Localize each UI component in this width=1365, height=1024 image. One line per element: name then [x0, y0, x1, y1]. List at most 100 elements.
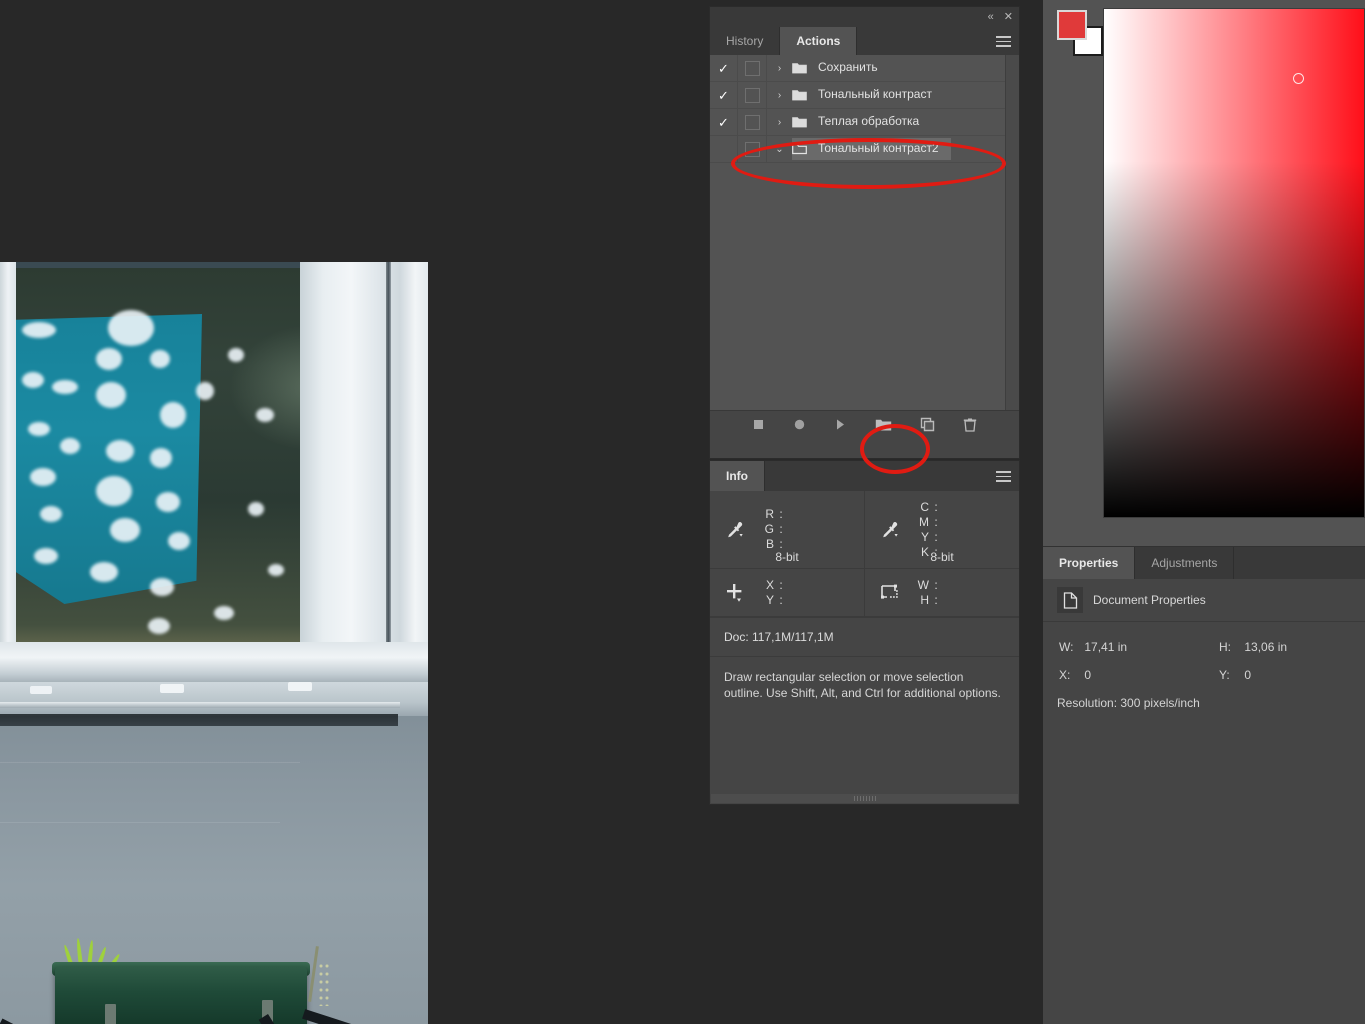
property-height[interactable]: H: 13,06 in: [1203, 640, 1363, 654]
action-enabled-checkbox[interactable]: ✓: [710, 109, 738, 135]
action-dialog-toggle[interactable]: [738, 55, 767, 81]
tab-properties[interactable]: Properties: [1043, 547, 1136, 579]
actions-list-scrollbar[interactable]: [1005, 55, 1019, 410]
expand-arrow-icon[interactable]: ›: [767, 63, 792, 74]
action-enabled-checkbox[interactable]: ✓: [710, 82, 738, 108]
photo-vent-cap: [160, 684, 184, 693]
collapse-icon[interactable]: «: [988, 11, 994, 23]
action-row[interactable]: ✓ › Тональный контраст: [710, 82, 1019, 109]
tab-history[interactable]: History: [710, 27, 781, 55]
expand-arrow-icon[interactable]: ›: [767, 90, 792, 101]
stop-button[interactable]: [752, 418, 765, 436]
dim-sep-w: :: [934, 577, 938, 592]
y-label: Y:: [1219, 668, 1230, 682]
expand-arrow-icon[interactable]: ›: [767, 117, 792, 128]
dialog-toggle-box: [744, 87, 760, 103]
info-color-readouts: R: G: B: 8-bit C: M: Y: K: 8-bit: [710, 491, 1019, 569]
width-label: W:: [1059, 640, 1074, 654]
color-swatches[interactable]: [1057, 10, 1105, 58]
photo-rail-shadow: [0, 714, 398, 726]
action-row[interactable]: ⌄ Тональный контраст2: [710, 136, 1019, 163]
info-panel[interactable]: Info R: G: B: 8-bit C: M: Y: K: 8-bi…: [709, 460, 1020, 805]
rgb-values: R: G: B:: [758, 507, 788, 552]
action-dialog-toggle[interactable]: [738, 136, 767, 162]
photo-speck: [96, 476, 132, 506]
cmyk-key-y: Y: [920, 529, 929, 544]
color-field-marker[interactable]: [1293, 73, 1304, 84]
panel-menu-icon[interactable]: [996, 471, 1011, 482]
photo-speck: [60, 438, 80, 454]
photo-speck: [156, 492, 180, 512]
eyedropper-icon: [724, 520, 758, 540]
panel-menu-icon[interactable]: [996, 36, 1011, 47]
tool-hint-text: Draw rectangular selection or move selec…: [724, 670, 1001, 700]
info-cmyk-readout[interactable]: C: M: Y: K: 8-bit: [865, 491, 1019, 569]
photo-speck: [228, 348, 244, 362]
action-enabled-checkbox[interactable]: [710, 136, 738, 162]
action-row-content[interactable]: Сохранить: [792, 57, 890, 79]
document-image[interactable]: [0, 262, 428, 1024]
action-dialog-toggle[interactable]: [738, 109, 767, 135]
tab-info[interactable]: Info: [710, 461, 765, 491]
property-y[interactable]: Y: 0: [1203, 668, 1363, 682]
new-set-button[interactable]: [875, 418, 892, 437]
x-label: X:: [1059, 668, 1071, 682]
property-x[interactable]: X: 0: [1043, 668, 1203, 682]
canvas-area[interactable]: [0, 0, 709, 1024]
foreground-color-swatch[interactable]: [1057, 10, 1087, 40]
actions-panel-tabs[interactable]: History Actions: [710, 27, 1019, 55]
info-position-readout[interactable]: X: Y:: [710, 569, 865, 617]
tabs-filler: [1234, 547, 1365, 579]
action-row-content[interactable]: Теплая обработка: [792, 111, 931, 133]
action-row-label: Сохранить: [818, 60, 878, 74]
rgb-bit-depth: 8-bit: [775, 550, 799, 564]
eyedropper-icon: [879, 520, 913, 540]
photo-speck: [256, 408, 274, 422]
check-icon: ✓: [718, 87, 729, 103]
tab-adjustments[interactable]: Adjustments: [1135, 547, 1235, 579]
tab-adjustments-label: Adjustments: [1151, 556, 1218, 570]
photo-speck: [22, 322, 56, 338]
photo-speck: [22, 372, 44, 388]
close-icon[interactable]: ✕: [1004, 11, 1013, 23]
info-coordinate-readouts: X: Y: W: H:: [710, 569, 1019, 618]
new-action-button[interactable]: [920, 417, 935, 437]
marquee-icon: [879, 582, 913, 604]
info-rgb-readout[interactable]: R: G: B: 8-bit: [710, 491, 865, 569]
action-enabled-checkbox[interactable]: ✓: [710, 55, 738, 81]
action-row-content[interactable]: Тональный контраст2: [792, 138, 951, 160]
folder-icon: [792, 89, 810, 101]
record-button[interactable]: [793, 418, 806, 436]
play-button[interactable]: [834, 418, 847, 436]
chevron-right-icon: ›: [777, 62, 782, 74]
actions-panel[interactable]: « ✕ History Actions ✓ › Сохранить ✓ › То…: [709, 6, 1020, 459]
collapse-arrow-icon[interactable]: ⌄: [767, 144, 792, 155]
color-gradient-field[interactable]: [1103, 8, 1365, 518]
cmyk-sep-m: :: [934, 514, 938, 529]
photo-dried-buds: [318, 962, 330, 1006]
panel-resize-grip[interactable]: [711, 794, 1018, 803]
dimension-values: W: H:: [913, 578, 943, 608]
photo-speck: [150, 350, 170, 368]
action-row[interactable]: ✓ › Сохранить: [710, 55, 1019, 82]
properties-panel[interactable]: Properties Adjustments Document Properti…: [1043, 546, 1365, 1024]
action-row[interactable]: ✓ › Теплая обработка: [710, 109, 1019, 136]
delete-button[interactable]: [963, 417, 977, 438]
photo-speck: [90, 562, 118, 582]
photo-speck: [96, 348, 122, 370]
info-panel-tabs[interactable]: Info: [710, 461, 1019, 491]
action-dialog-toggle[interactable]: [738, 82, 767, 108]
property-width[interactable]: W: 17,41 in: [1043, 640, 1203, 654]
properties-panel-tabs[interactable]: Properties Adjustments: [1043, 547, 1365, 579]
actions-toolbar[interactable]: [710, 410, 1019, 443]
actions-list[interactable]: ✓ › Сохранить ✓ › Тональный контраст ✓ ›…: [710, 55, 1019, 410]
photo-speck: [148, 618, 170, 634]
photo-window-frame-right: [300, 262, 428, 682]
check-icon: ✓: [718, 60, 729, 76]
actions-panel-titlebar[interactable]: « ✕: [710, 7, 1019, 27]
action-row-content[interactable]: Тональный контраст: [792, 84, 944, 106]
color-picker-panel[interactable]: [1043, 0, 1365, 536]
photo-speck: [150, 448, 172, 468]
tab-actions[interactable]: Actions: [780, 27, 858, 55]
info-dimensions-readout[interactable]: W: H:: [865, 569, 1019, 617]
